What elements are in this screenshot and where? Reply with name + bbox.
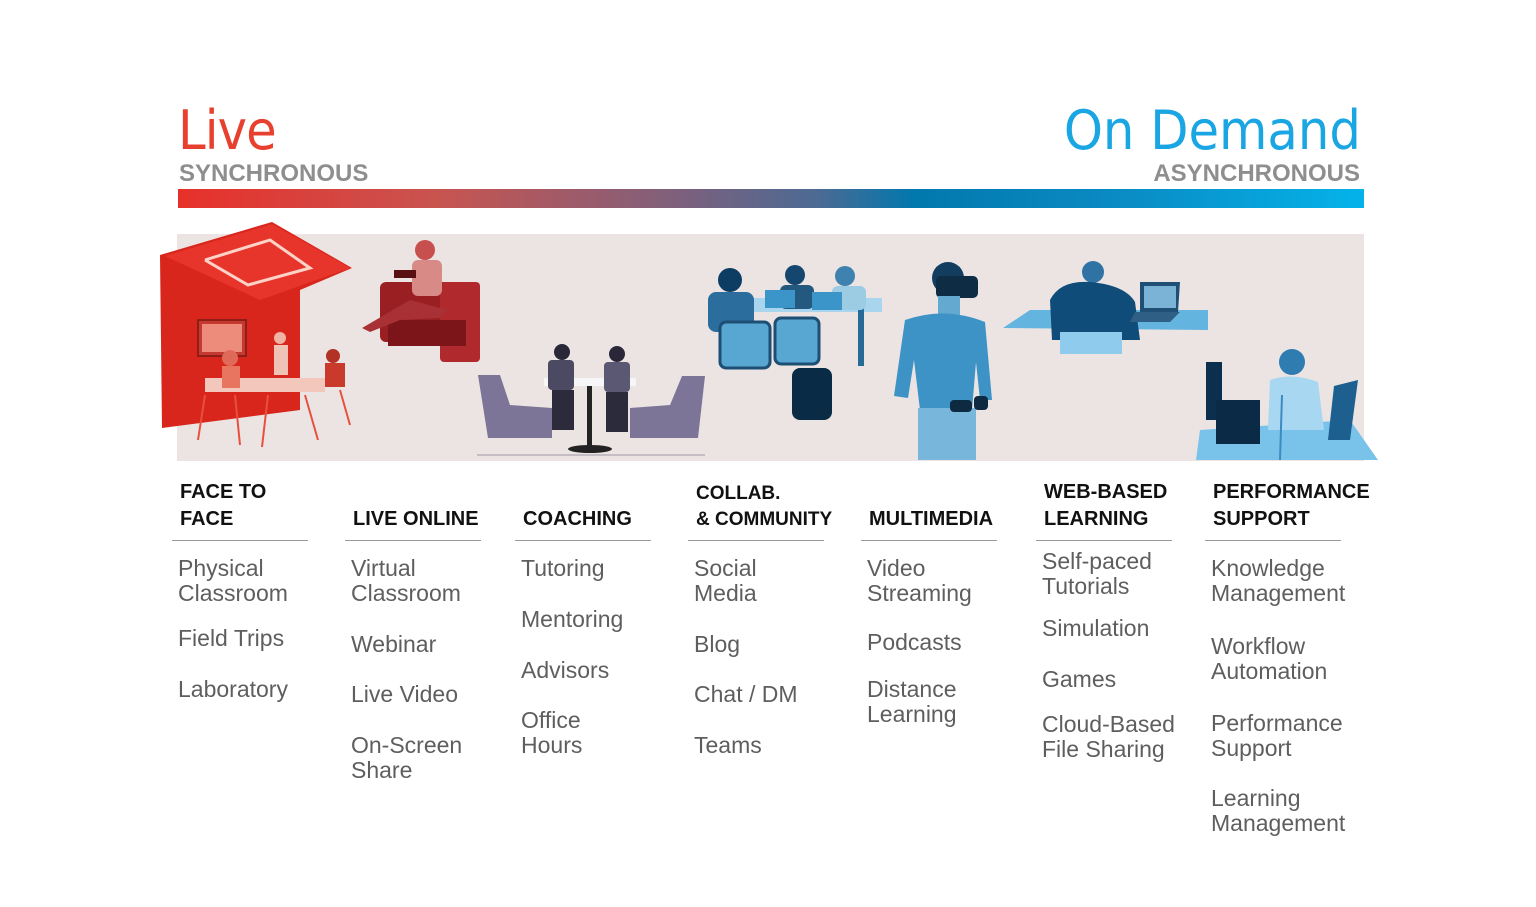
list-item: Live Video — [351, 681, 458, 707]
list-item: Workflow Automation — [1211, 633, 1328, 684]
list-item: Webinar — [351, 631, 437, 657]
list-item: Performance Support — [1211, 710, 1343, 761]
column-heading: COACHING — [523, 508, 632, 530]
column-divider — [1205, 540, 1341, 541]
modality-columns: FACE TO FACE Physical Classroom Field Trip… — [0, 0, 1536, 907]
list-item: On-Screen Share — [351, 732, 463, 783]
column-divider — [688, 540, 824, 541]
list-item: Blog — [694, 631, 741, 657]
list-item: Video Streaming — [867, 555, 972, 606]
list-item: Knowledge Management — [1211, 555, 1346, 606]
list-item: Self-paced Tutorials — [1042, 548, 1152, 599]
list-item: Teams — [694, 732, 762, 758]
list-item: Games — [1042, 666, 1117, 692]
column-heading: MULTIMEDIA — [869, 508, 994, 530]
column-divider — [1036, 540, 1172, 541]
column-divider — [515, 540, 651, 541]
list-item: Podcasts — [867, 629, 962, 655]
list-item: Chat / DM — [694, 681, 798, 707]
list-item: Tutoring — [521, 555, 605, 581]
list-item: Field Trips — [178, 625, 285, 651]
column-heading: LIVE ONLINE — [353, 508, 479, 530]
list-item: Office Hours — [521, 707, 583, 758]
column-divider — [172, 540, 308, 541]
list-item: Laboratory — [178, 676, 288, 702]
column-heading: WEB-BASED LEARNING — [1044, 481, 1168, 530]
list-item: Physical Classroom — [178, 555, 288, 606]
column-heading: COLLAB. & COMMUNITY — [696, 483, 833, 530]
list-item: Learning Management — [1211, 785, 1346, 836]
column-divider — [861, 540, 997, 541]
column-divider — [345, 540, 481, 541]
list-item: Mentoring — [521, 606, 624, 632]
list-item: Cloud-Based File Sharing — [1042, 711, 1175, 762]
list-item: Virtual Classroom — [351, 555, 461, 606]
column-heading: PERFORMANCE SUPPORT — [1213, 481, 1370, 530]
list-item: Social Media — [694, 555, 757, 606]
list-item: Distance Learning — [867, 676, 957, 727]
list-item: Advisors — [521, 657, 610, 683]
column-heading: FACE TO FACE — [180, 481, 267, 530]
list-item: Simulation — [1042, 615, 1150, 641]
